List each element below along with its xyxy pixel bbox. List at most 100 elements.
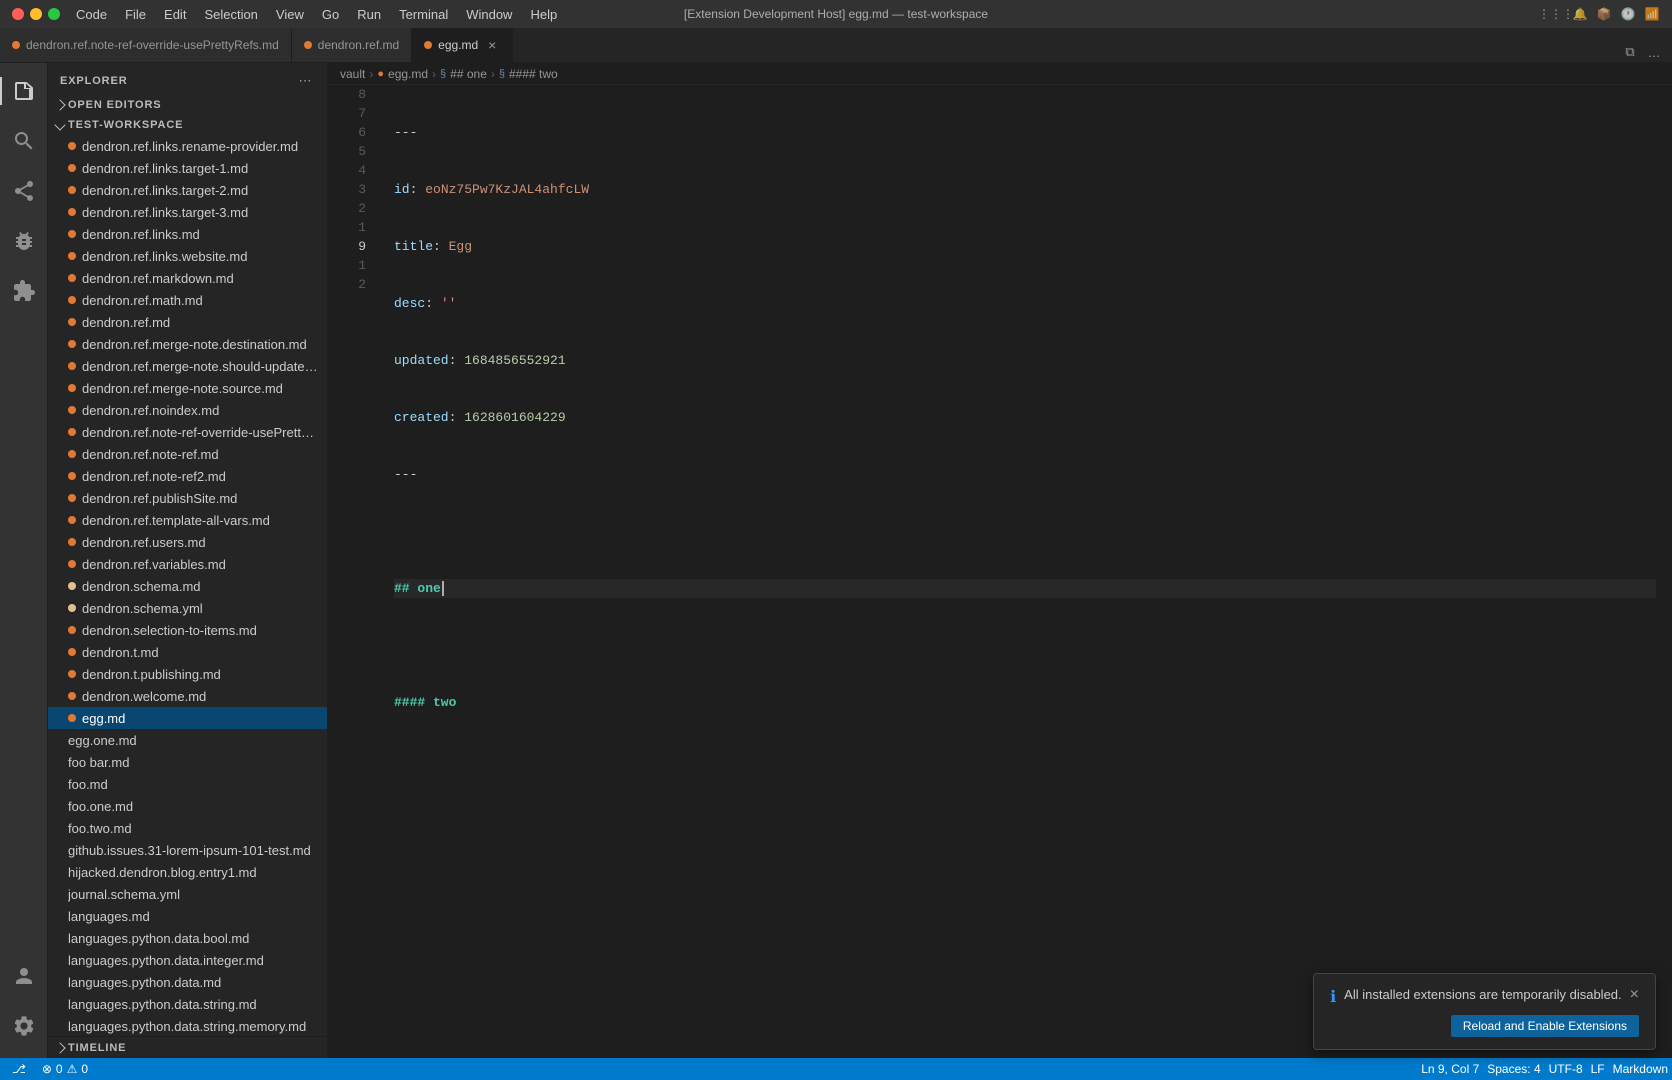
- new-file-icon[interactable]: ⋯: [295, 71, 315, 91]
- tab-dendron-ref-note-override[interactable]: dendron.ref.note-ref-override-usePrettyR…: [0, 27, 292, 62]
- file-item[interactable]: languages.python.data.string.md: [48, 993, 327, 1015]
- file-item[interactable]: dendron.ref.publishSite.md: [48, 487, 327, 509]
- breadcrumb-vault[interactable]: vault: [340, 67, 365, 81]
- file-item[interactable]: dendron.ref.links.target-1.md: [48, 157, 327, 179]
- file-item[interactable]: github.issues.31-lorem-ipsum-101-test.md: [48, 839, 327, 861]
- code-content[interactable]: --- id: eoNz75Pw7KzJAL4ahfcLW title: Egg…: [378, 85, 1672, 1058]
- file-item-active[interactable]: egg.md: [48, 707, 327, 729]
- workspace-section[interactable]: TEST-WORKSPACE: [48, 115, 327, 135]
- source-control-activity-icon[interactable]: [0, 167, 48, 215]
- notification-header: ℹ All installed extensions are temporari…: [1330, 986, 1639, 1007]
- settings-icon[interactable]: ⋮⋮⋮: [1548, 6, 1564, 22]
- close-button[interactable]: [12, 8, 24, 20]
- file-item[interactable]: dendron.ref.links.target-3.md: [48, 201, 327, 223]
- file-item[interactable]: dendron.ref.note-ref-override-usePrettyR…: [48, 421, 327, 443]
- file-dot-orange: [68, 252, 76, 260]
- file-item[interactable]: languages.python.data.bool.md: [48, 927, 327, 949]
- status-eol[interactable]: LF: [1587, 1058, 1609, 1080]
- clock-icon[interactable]: 🕐: [1620, 6, 1636, 22]
- file-item[interactable]: dendron.ref.note-ref.md: [48, 443, 327, 465]
- explorer-activity-icon[interactable]: [0, 67, 48, 115]
- notification-icon[interactable]: 🔔: [1572, 6, 1588, 22]
- timeline-section[interactable]: TIMELINE: [48, 1036, 327, 1058]
- maximize-button[interactable]: [48, 8, 60, 20]
- file-item[interactable]: dendron.t.md: [48, 641, 327, 663]
- encoding-text: UTF-8: [1549, 1062, 1583, 1076]
- file-item[interactable]: dendron.ref.noindex.md: [48, 399, 327, 421]
- timeline-label: TIMELINE: [68, 1042, 126, 1054]
- file-item[interactable]: dendron.ref.variables.md: [48, 553, 327, 575]
- wifi-icon[interactable]: 📶: [1644, 6, 1660, 22]
- editor-area[interactable]: 8 7 6 5 4 3 2 1 9 1 2 --- id: eoNz75Pw7K…: [328, 85, 1672, 1058]
- tab-egg-md[interactable]: egg.md ×: [412, 27, 513, 62]
- status-position[interactable]: Ln 9, Col 7: [1417, 1058, 1483, 1080]
- manage-activity-icon[interactable]: [0, 1002, 48, 1050]
- breadcrumb-h2[interactable]: § ## one: [440, 67, 487, 81]
- file-item[interactable]: foo.two.md: [48, 817, 327, 839]
- tab-close-button[interactable]: ×: [484, 37, 500, 53]
- file-item[interactable]: dendron.welcome.md: [48, 685, 327, 707]
- breadcrumb-h4[interactable]: § #### two: [499, 67, 558, 81]
- file-item[interactable]: journal.schema.yml: [48, 883, 327, 905]
- file-item[interactable]: languages.python.data.string.memory.md: [48, 1015, 327, 1036]
- status-language[interactable]: Markdown: [1609, 1058, 1672, 1080]
- line-numbers: 8 7 6 5 4 3 2 1 9 1 2: [328, 85, 378, 1058]
- file-item[interactable]: dendron.schema.md: [48, 575, 327, 597]
- file-item[interactable]: dendron.ref.merge-note.source.md: [48, 377, 327, 399]
- menu-selection[interactable]: Selection: [196, 5, 265, 24]
- breadcrumb-file[interactable]: ● egg.md: [377, 67, 428, 81]
- dropbox-icon[interactable]: 📦: [1596, 6, 1612, 22]
- file-item[interactable]: dendron.ref.links.rename-provider.md: [48, 135, 327, 157]
- minimize-button[interactable]: [30, 8, 42, 20]
- line-number: 5: [336, 142, 366, 161]
- file-item[interactable]: dendron.ref.links.website.md: [48, 245, 327, 267]
- file-item[interactable]: dendron.ref.markdown.md: [48, 267, 327, 289]
- menu-terminal[interactable]: Terminal: [391, 5, 456, 24]
- menu-window[interactable]: Window: [458, 5, 520, 24]
- file-item[interactable]: dendron.ref.template-all-vars.md: [48, 509, 327, 531]
- file-item[interactable]: dendron.schema.yml: [48, 597, 327, 619]
- file-item[interactable]: dendron.ref.math.md: [48, 289, 327, 311]
- file-item[interactable]: languages.python.data.md: [48, 971, 327, 993]
- tab-dendron-ref[interactable]: dendron.ref.md: [292, 27, 412, 62]
- file-item[interactable]: foo bar.md: [48, 751, 327, 773]
- status-errors[interactable]: ⊗ 0 ⚠ 0: [38, 1058, 92, 1080]
- file-item[interactable]: languages.python.data.integer.md: [48, 949, 327, 971]
- notification-close-button[interactable]: ×: [1630, 986, 1639, 1004]
- menu-edit[interactable]: Edit: [156, 5, 194, 24]
- menu-run[interactable]: Run: [349, 5, 389, 24]
- reload-extensions-button[interactable]: Reload and Enable Extensions: [1451, 1015, 1639, 1037]
- menu-code[interactable]: Code: [68, 5, 115, 24]
- file-item[interactable]: dendron.ref.users.md: [48, 531, 327, 553]
- status-branch[interactable]: ⎇: [8, 1058, 30, 1080]
- notification-panel: ℹ All installed extensions are temporari…: [1313, 973, 1656, 1050]
- file-item[interactable]: dendron.ref.md: [48, 311, 327, 333]
- open-editors-section[interactable]: OPEN EDITORS: [48, 95, 327, 115]
- file-item[interactable]: egg.one.md: [48, 729, 327, 751]
- file-item[interactable]: dendron.ref.links.target-2.md: [48, 179, 327, 201]
- file-item[interactable]: foo.one.md: [48, 795, 327, 817]
- search-activity-icon[interactable]: [0, 117, 48, 165]
- file-item[interactable]: dendron.ref.note-ref2.md: [48, 465, 327, 487]
- debug-activity-icon[interactable]: [0, 217, 48, 265]
- menu-view[interactable]: View: [268, 5, 312, 24]
- menu-file[interactable]: File: [117, 5, 154, 24]
- main-layout: EXPLORER ⋯ OPEN EDITORS TEST-WORKSPACE d…: [0, 63, 1672, 1058]
- more-actions-icon[interactable]: …: [1644, 42, 1664, 62]
- file-item[interactable]: dendron.ref.links.md: [48, 223, 327, 245]
- extensions-activity-icon[interactable]: [0, 267, 48, 315]
- file-item[interactable]: foo.md: [48, 773, 327, 795]
- file-item[interactable]: dendron.ref.merge-note.destination.md: [48, 333, 327, 355]
- file-item[interactable]: dendron.ref.merge-note.should-update-1.m…: [48, 355, 327, 377]
- status-spaces[interactable]: Spaces: 4: [1483, 1058, 1544, 1080]
- split-editor-icon[interactable]: ⧉: [1620, 42, 1640, 62]
- file-item[interactable]: dendron.selection-to-items.md: [48, 619, 327, 641]
- menu-go[interactable]: Go: [314, 5, 347, 24]
- accounts-activity-icon[interactable]: [0, 952, 48, 1000]
- file-item[interactable]: hijacked.dendron.blog.entry1.md: [48, 861, 327, 883]
- file-item[interactable]: dendron.t.publishing.md: [48, 663, 327, 685]
- file-item[interactable]: languages.md: [48, 905, 327, 927]
- status-encoding[interactable]: UTF-8: [1545, 1058, 1587, 1080]
- extensions-icon: [12, 279, 36, 303]
- menu-help[interactable]: Help: [522, 5, 565, 24]
